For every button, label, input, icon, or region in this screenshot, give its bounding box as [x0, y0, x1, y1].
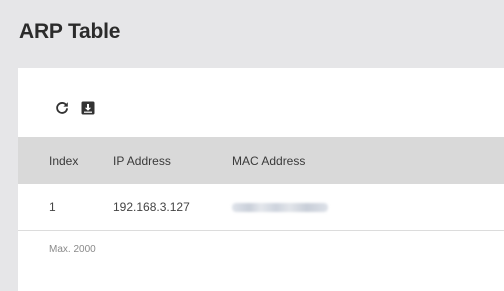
column-header-mac-address[interactable]: MAC Address: [232, 137, 305, 184]
column-header-ip-address[interactable]: IP Address: [113, 137, 171, 184]
arp-table: Index IP Address MAC Address 1 192.168.3…: [18, 137, 504, 231]
column-header-index[interactable]: Index: [49, 137, 78, 184]
table-header-row: Index IP Address MAC Address: [18, 137, 504, 184]
export-icon: [81, 101, 95, 115]
max-entries-note: Max. 2000: [49, 244, 96, 255]
refresh-button[interactable]: [52, 98, 72, 118]
cell-index: 1: [49, 200, 56, 214]
export-button[interactable]: [78, 98, 98, 118]
redacted-mac-address: [232, 202, 328, 212]
refresh-icon: [56, 102, 68, 114]
arp-table-card: Index IP Address MAC Address 1 192.168.3…: [18, 68, 504, 291]
table-toolbar: [52, 98, 98, 118]
page-title: ARP Table: [19, 20, 121, 43]
cell-mac-address: [232, 184, 328, 230]
table-row: 1 192.168.3.127: [18, 184, 504, 231]
cell-ip-address: 192.168.3.127: [113, 200, 190, 214]
